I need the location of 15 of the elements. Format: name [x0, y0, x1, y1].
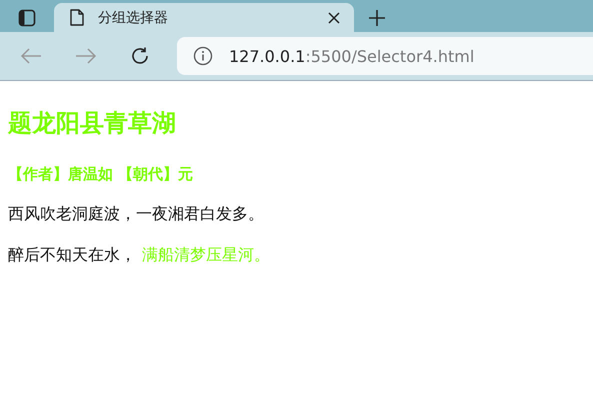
close-icon[interactable]: [328, 12, 340, 24]
page-icon: [70, 9, 84, 26]
refresh-icon[interactable]: [130, 46, 150, 66]
author-line: 【作者】唐温如 【朝代】元: [8, 165, 194, 184]
poem-title: 题龙阳县青草湖: [8, 108, 177, 139]
tab-actions-icon[interactable]: [18, 9, 36, 27]
url-text: 127.0.0.1:5500/Selector4.html: [229, 46, 474, 66]
info-icon: [193, 46, 213, 66]
tab-title: 分组选择器: [98, 8, 169, 26]
address-bar[interactable]: 127.0.0.1:5500/Selector4.html: [177, 37, 593, 75]
browser-tab[interactable]: 分组选择器: [54, 3, 354, 32]
poem-text: 西风吹老洞庭波，一夜湘君白发多。: [8, 204, 264, 223]
poem-text: 满船清梦压星河。: [142, 245, 270, 264]
new-tab-icon[interactable]: [368, 9, 386, 27]
poem-text: 醉后不知天在水，: [8, 245, 136, 264]
